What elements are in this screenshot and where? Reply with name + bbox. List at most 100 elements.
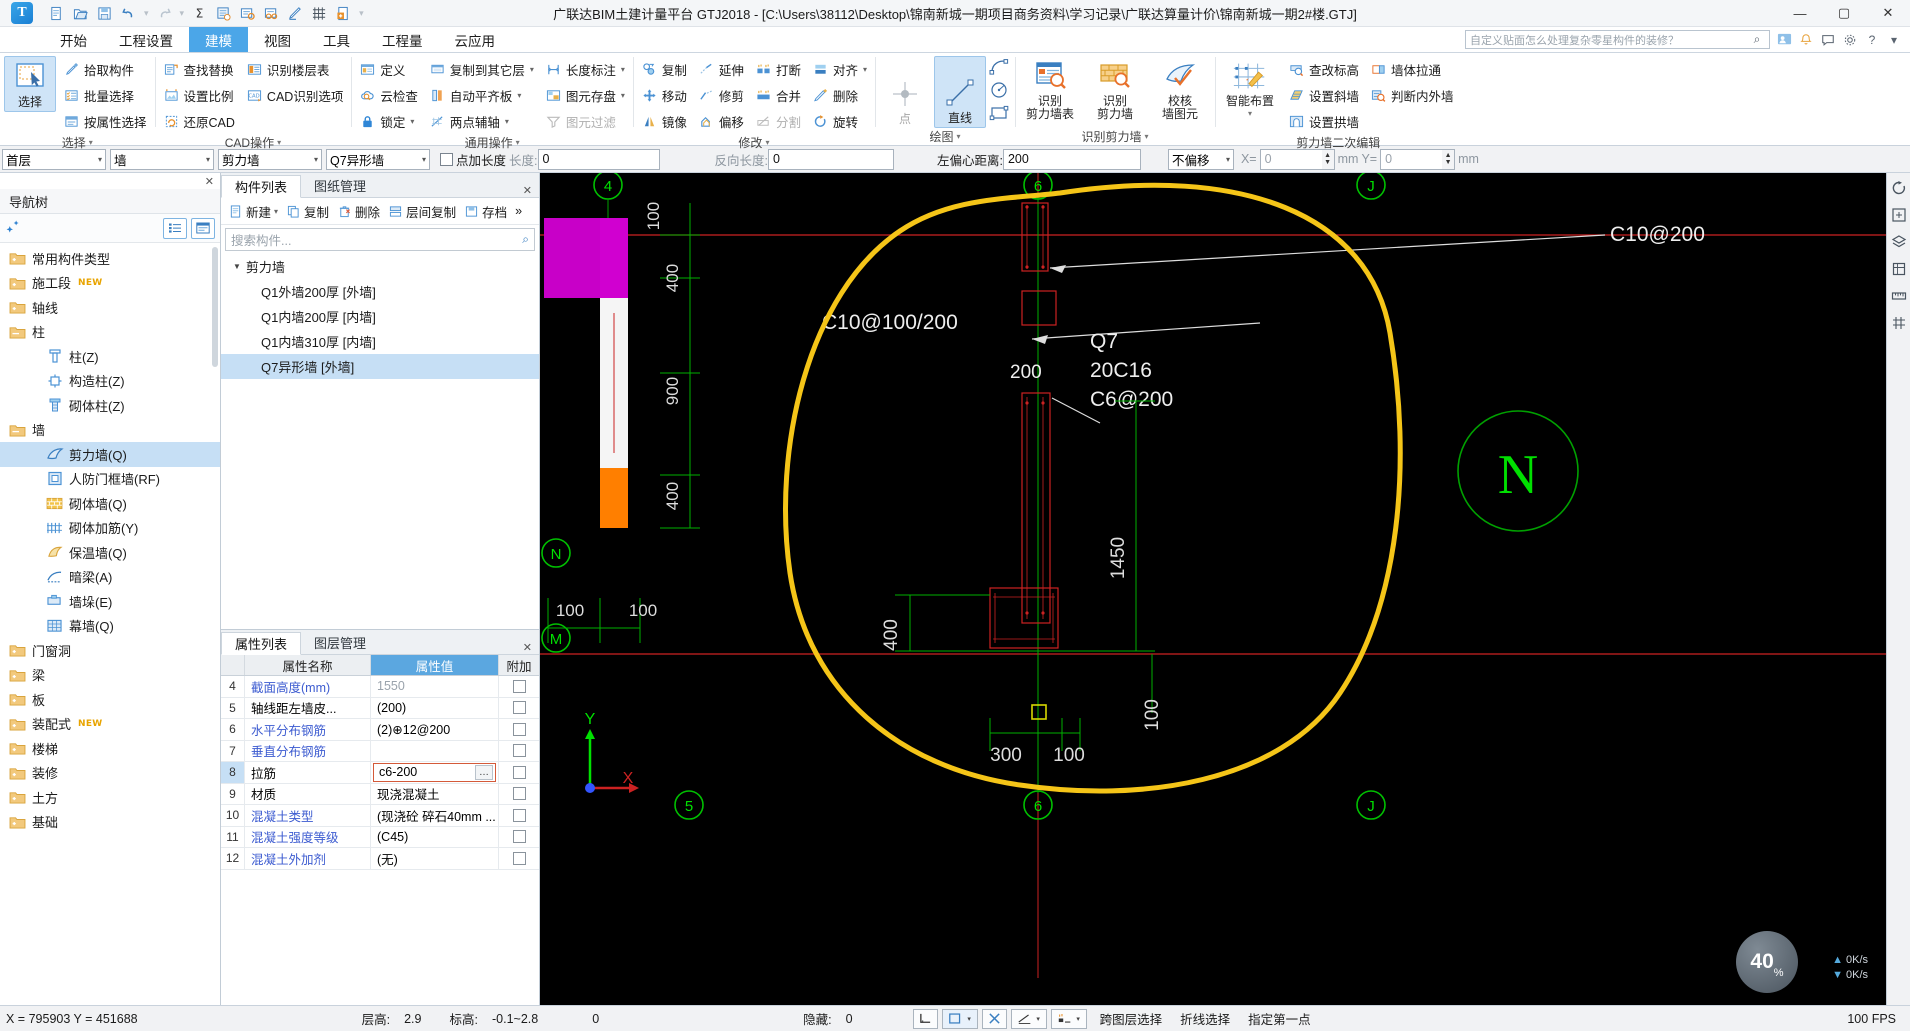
chevron-down-icon[interactable]: ▾ xyxy=(274,207,278,216)
set-arch-wall-button[interactable]: 设置拱墙 xyxy=(1284,109,1363,134)
property-panel-close-icon[interactable]: ✕ xyxy=(523,641,539,654)
menu-quantity[interactable]: 工程量 xyxy=(366,27,439,52)
chevron-down-icon[interactable]: ▾ xyxy=(863,65,867,74)
member-select[interactable]: Q7异形墙 ▾ xyxy=(326,148,430,170)
chevron-down-icon[interactable]: ▾ xyxy=(621,91,625,100)
nav-item-施工段[interactable]: 施工段 NEW xyxy=(0,271,220,296)
x-input[interactable]: 0 xyxy=(1259,148,1322,170)
cad-options-button[interactable]: CAD CAD识别选项 xyxy=(242,83,347,108)
two-point-axis-button[interactable]: 两点辅轴 ▾ xyxy=(425,109,538,134)
nav-item-暗梁a[interactable]: 暗梁(A) xyxy=(0,565,220,590)
measure-icon[interactable] xyxy=(1890,287,1908,305)
set-slant-wall-button[interactable]: 设置斜墙 xyxy=(1284,83,1363,108)
attach-checkbox[interactable] xyxy=(512,787,526,801)
recognize-wall-button[interactable]: 识别 剪力墙 xyxy=(1084,56,1146,124)
arc-icon[interactable] xyxy=(989,58,1011,78)
nav-item-门窗洞[interactable]: 门窗洞 xyxy=(0,638,220,663)
property-value[interactable]: 1550 xyxy=(371,676,499,697)
nav-item-砌体加筋y[interactable]: 砌体加筋(Y) xyxy=(0,516,220,541)
component-panel-close-icon[interactable]: ✕ xyxy=(523,184,539,197)
mirror-button[interactable]: 镜像 xyxy=(637,109,691,134)
property-row[interactable]: 9 材质 现浇混凝土 xyxy=(221,783,539,805)
property-value[interactable]: c6-200… xyxy=(371,762,499,783)
nav-item-装配式[interactable]: 装配式 NEW xyxy=(0,712,220,737)
component-item[interactable]: Q1外墙200厚 [外墙] xyxy=(221,279,539,304)
delete-button[interactable]: 删除 xyxy=(808,83,871,108)
ribbon-group-modify-label[interactable]: 修改 ▾ xyxy=(637,134,871,151)
line-style-icon[interactable]: ▾ xyxy=(1010,1008,1047,1029)
property-attach-cell[interactable] xyxy=(499,762,539,783)
component-item[interactable]: Q1内墙310厚 [内墙] xyxy=(221,329,539,354)
category-select[interactable]: 墙 ▾ xyxy=(110,148,214,170)
report-view-icon[interactable] xyxy=(239,5,256,22)
element-save-button[interactable]: 图元存盘 ▾ xyxy=(541,83,629,108)
property-value[interactable] xyxy=(371,740,499,761)
copy-to-other-floor-button[interactable]: 复制到其它层 ▾ xyxy=(425,57,538,82)
property-row[interactable]: 11 混凝土强度等级 (C45) xyxy=(221,826,539,848)
close-x-icon[interactable] xyxy=(981,1008,1007,1029)
search-icon[interactable]: ⌕ xyxy=(1749,32,1765,48)
chevron-down-icon[interactable]: ▾ xyxy=(505,117,509,126)
reverse-length-input[interactable]: 0 xyxy=(767,148,894,170)
attr-select-button[interactable]: 按属性选择 xyxy=(59,109,151,134)
help-icon[interactable]: ? xyxy=(1864,32,1880,48)
ribbon-group-draw-label[interactable]: 绘图 ▾ xyxy=(879,128,1011,145)
menu-project-settings[interactable]: 工程设置 xyxy=(103,27,189,52)
floor-select[interactable]: 首层 ▾ xyxy=(2,148,106,170)
nav-item-梁[interactable]: 梁 xyxy=(0,663,220,688)
property-value[interactable]: (C45) xyxy=(371,826,499,847)
nav-item-剪力墙q[interactable]: 剪力墙(Q) xyxy=(0,442,220,467)
extend-button[interactable]: 延伸 xyxy=(694,57,748,82)
length-input[interactable]: 0 xyxy=(537,148,660,170)
nav-item-保温墙q[interactable]: 保温墙(Q) xyxy=(0,540,220,565)
batch-select-button[interactable]: 批量选择 xyxy=(59,83,151,108)
archive-button[interactable]: 存档 xyxy=(461,200,510,222)
point-tool-button[interactable]: 点 xyxy=(879,56,931,128)
nav-item-幕墙q[interactable]: 幕墙(Q) xyxy=(0,614,220,639)
nav-item-柱[interactable]: 柱 xyxy=(0,320,220,345)
maximize-button[interactable]: ▢ xyxy=(1822,0,1866,27)
check-elevation-button[interactable]: 查改标高 xyxy=(1284,57,1363,82)
nav-panel-close-icon[interactable]: ✕ xyxy=(0,173,220,189)
message-icon[interactable] xyxy=(1820,32,1836,48)
y-input[interactable]: 0 xyxy=(1380,148,1443,170)
minimize-button[interactable]: — xyxy=(1778,0,1822,27)
y-spinner[interactable]: ▲ ▼ xyxy=(1442,148,1456,170)
offset-button[interactable]: 偏移 xyxy=(694,109,748,134)
property-attach-cell[interactable] xyxy=(499,827,539,848)
view-cube-icon[interactable] xyxy=(1890,260,1908,278)
left-eccentric-input[interactable]: 200 xyxy=(1002,148,1141,170)
ellipsis-button[interactable]: … xyxy=(475,764,493,780)
drawing-canvas[interactable]: 4 6 J 5 6 J N M P xyxy=(540,173,1886,1005)
select-tool-button[interactable]: 选择 xyxy=(4,56,56,113)
restore-cad-button[interactable]: 还原CAD xyxy=(159,109,239,134)
property-row[interactable]: 7 垂直分布钢筋 xyxy=(221,740,539,762)
copy-component-button[interactable]: 复制 xyxy=(283,200,332,222)
set-scale-button[interactable]: 设置比例 xyxy=(159,83,239,108)
nav-item-楼梯[interactable]: 楼梯 xyxy=(0,736,220,761)
layers-icon[interactable] xyxy=(1890,233,1908,251)
merge-button[interactable]: 合并 xyxy=(751,83,805,108)
trim-button[interactable]: 修剪 xyxy=(694,83,748,108)
menu-modeling[interactable]: 建模 xyxy=(189,27,248,52)
chevron-down-icon[interactable]: ▾ xyxy=(621,65,625,74)
rect-select-icon[interactable]: ▾ xyxy=(941,1008,978,1029)
nav-item-砌体柱z[interactable]: 砌体柱(Z) xyxy=(0,393,220,418)
attach-checkbox[interactable] xyxy=(512,830,526,844)
pencil-icon[interactable] xyxy=(287,5,304,22)
offset-mode-select[interactable]: 不偏移 ▾ xyxy=(1167,148,1234,170)
property-row[interactable]: 5 轴线距左墙皮... (200) xyxy=(221,697,539,719)
break-button[interactable]: 打断 xyxy=(751,57,805,82)
grid-toggle-icon[interactable] xyxy=(1890,314,1908,332)
nav-item-轴线[interactable]: 轴线 xyxy=(0,295,220,320)
user-icon[interactable] xyxy=(1776,32,1792,48)
property-row[interactable]: 10 混凝土类型 (现浇砼 碎石40mm ... xyxy=(221,805,539,827)
open-icon[interactable] xyxy=(72,5,89,22)
property-attach-cell[interactable] xyxy=(499,698,539,719)
smart-layout-button[interactable]: 智能布置 ▾ xyxy=(1219,56,1281,120)
attach-checkbox[interactable] xyxy=(512,744,526,758)
nav-item-墙[interactable]: 墙 xyxy=(0,418,220,443)
sum-icon[interactable]: Σ xyxy=(191,5,208,22)
menu-view[interactable]: 视图 xyxy=(248,27,307,52)
recognize-floor-table-button[interactable]: 识别楼层表 xyxy=(242,57,347,82)
